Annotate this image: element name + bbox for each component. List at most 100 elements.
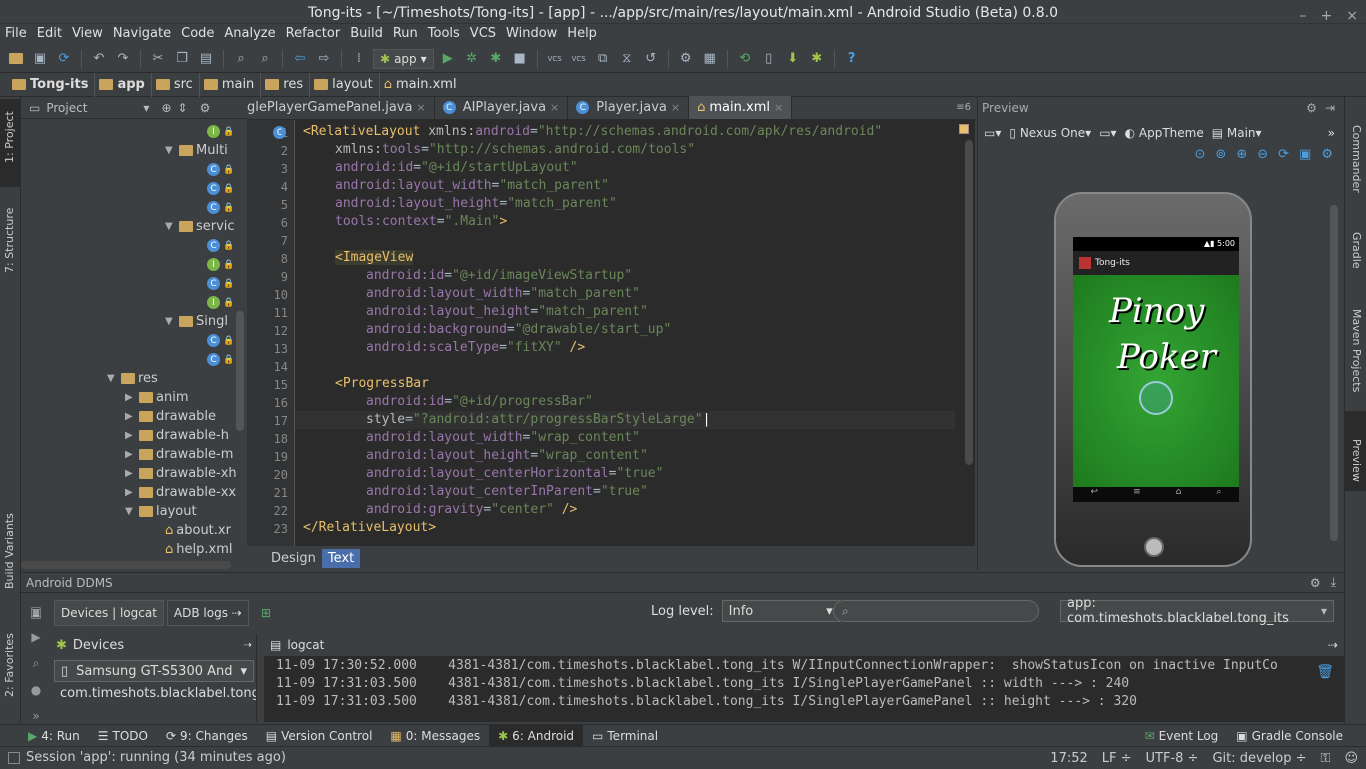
vcs-commit-icon[interactable]: VCS	[569, 49, 589, 69]
close-icon[interactable]: ×	[774, 101, 783, 114]
paste-icon[interactable]: ▤	[196, 49, 216, 69]
back-icon[interactable]: ⇦	[290, 49, 310, 69]
project-structure-icon[interactable]: ▦	[700, 49, 720, 69]
line-separator-select[interactable]: LF ÷	[1102, 751, 1132, 766]
theme-select[interactable]: ◐ AppTheme	[1125, 126, 1204, 140]
breadcrumb-item-main[interactable]: main	[200, 72, 262, 97]
tree-item[interactable]: C 🔒	[21, 198, 247, 217]
menu-window[interactable]: Window	[501, 24, 562, 45]
tree-item[interactable]: ▶ drawable-m	[21, 445, 247, 464]
tree-item[interactable]: ▶ anim	[21, 388, 247, 407]
collapse-all-icon[interactable]: ⇕	[178, 101, 188, 115]
pin-icon[interactable]: ⇢	[244, 640, 252, 651]
screen-capture-icon[interactable]: ▣	[30, 604, 41, 618]
history-icon[interactable]: ⧖	[617, 49, 637, 69]
tree-item[interactable]: ⌂ help.xml	[21, 540, 247, 559]
preview-scrollbar[interactable]	[1330, 205, 1338, 541]
encoding-select[interactable]: UTF-8 ÷	[1146, 751, 1199, 766]
breadcrumb-item-project[interactable]: Tong-its	[8, 72, 96, 97]
tree-horizontal-scrollbar[interactable]	[21, 561, 231, 569]
class-icon[interactable]: C	[273, 126, 286, 139]
menu-build[interactable]: Build	[345, 24, 388, 45]
tree-item[interactable]: C 🔒	[21, 331, 247, 350]
menu-tools[interactable]: Tools	[423, 24, 465, 45]
tab-overflow-button[interactable]: ≡ 6	[956, 96, 975, 119]
menu-view[interactable]: View	[67, 24, 108, 45]
tool-run[interactable]: ▶ 4: Run	[0, 725, 89, 747]
hide-panel-icon[interactable]: ⇥	[1325, 101, 1335, 115]
tree-scrollbar[interactable]	[236, 311, 244, 431]
find-icon[interactable]: ⌕	[231, 49, 251, 69]
inspector-icon[interactable]: ☺	[1344, 751, 1358, 766]
tab-adb-logs[interactable]: ADB logs ⇢	[166, 600, 249, 626]
scroll-from-source-icon[interactable]: ⊕	[161, 101, 171, 115]
gear-icon[interactable]: ⚙	[200, 101, 211, 115]
gradle-sync-icon[interactable]: ⟲	[735, 49, 755, 69]
attach-debugger-icon[interactable]: ✱	[486, 49, 506, 69]
record-icon[interactable]: ▶	[31, 630, 40, 644]
zoom-out-icon[interactable]: ⊖	[1257, 147, 1268, 169]
dump-view-icon[interactable]: ⌕	[33, 656, 40, 671]
pin-icon[interactable]: ⇢	[1328, 638, 1338, 652]
gear-icon[interactable]: ⚙	[1321, 147, 1333, 169]
tool-terminal[interactable]: ▭ Terminal	[583, 725, 667, 747]
undo-icon[interactable]: ↶	[89, 49, 109, 69]
breadcrumb-item-layout[interactable]: layout	[310, 72, 380, 97]
menu-vcs[interactable]: VCS	[465, 24, 501, 45]
tree-item[interactable]: C 🔒	[21, 179, 247, 198]
zoom-fit-icon[interactable]: ⊙	[1195, 147, 1206, 169]
tool-build-variants-toggle[interactable]: Build Variants	[3, 513, 16, 589]
android-monitor-icon[interactable]: ✱	[807, 49, 827, 69]
chevron-down-icon[interactable]: ▾	[143, 101, 149, 115]
tool-event-log[interactable]: ✉ Event Log	[1136, 725, 1228, 747]
tree-item[interactable]: ▼ Multi	[21, 141, 247, 160]
chevron-right-icon[interactable]: ▶	[125, 449, 139, 460]
vcs-update-icon[interactable]: VCS	[545, 49, 565, 69]
app-filter-select[interactable]: app: com.timeshots.blacklabel.tong_its ▾	[1060, 596, 1334, 626]
tool-maven-toggle[interactable]: Maven Projects	[1350, 309, 1363, 392]
tree-item[interactable]: I 🔒	[21, 293, 247, 312]
tool-android[interactable]: ✱ 6: Android	[489, 724, 584, 747]
tab-main-xml[interactable]: ⌂ main.xml ×	[689, 96, 793, 119]
rendering-config-icon[interactable]: ▭▾	[984, 126, 1001, 140]
hide-panel-icon[interactable]: ⤓	[1331, 575, 1336, 590]
settings-icon[interactable]: ⚙	[676, 49, 696, 69]
chevron-down-icon[interactable]: ▼	[165, 316, 179, 327]
compare-icon[interactable]: ⧉	[593, 49, 613, 69]
run-configuration-select[interactable]: ✱ app ▾	[373, 48, 434, 69]
tool-changes[interactable]: ⟳ 9: Changes	[157, 725, 257, 747]
menu-analyze[interactable]: Analyze	[219, 24, 280, 45]
tree-item[interactable]: ▶ drawable-xx	[21, 483, 247, 502]
breadcrumb-item-file[interactable]: ⌂ main.xml	[380, 73, 463, 97]
tree-item[interactable]: C 🔒	[21, 350, 247, 369]
chevron-down-icon[interactable]: ▼	[125, 506, 139, 517]
cut-icon[interactable]: ✂	[148, 49, 168, 69]
avd-manager-icon[interactable]: ▯	[759, 49, 779, 69]
tree-item[interactable]: C 🔒	[21, 274, 247, 293]
revert-icon[interactable]: ↺	[641, 49, 661, 69]
refresh-icon[interactable]: ⟳	[1278, 147, 1289, 169]
orientation-select[interactable]: ▭▾	[1099, 126, 1116, 140]
terminate-icon[interactable]: ●	[31, 683, 41, 697]
breadcrumb-item-module[interactable]: app	[95, 72, 152, 97]
lock-icon[interactable]: ⚿	[1321, 751, 1331, 766]
tool-gradle-toggle[interactable]: Gradle	[1350, 232, 1363, 269]
project-view-select[interactable]: Project	[46, 101, 87, 115]
tool-structure-toggle[interactable]: 7: Structure	[3, 208, 16, 273]
tool-messages[interactable]: ▦ 0: Messages	[381, 725, 489, 747]
chevron-right-icon[interactable]: ▶	[125, 430, 139, 441]
menu-help[interactable]: Help	[562, 24, 602, 45]
tree-item[interactable]: I 🔒	[21, 122, 247, 141]
logcat-output[interactable]: 11-09 17:30:52.000 4381-4381/com.timesho…	[264, 656, 1304, 722]
clear-log-icon[interactable]: 🗑	[1316, 664, 1334, 680]
debug-icon[interactable]: ✲	[462, 49, 482, 69]
save-icon[interactable]: ▣	[30, 49, 50, 69]
breadcrumb-item-res[interactable]: res	[261, 72, 311, 97]
device-select[interactable]: ▯ Nexus One▾	[1009, 126, 1091, 140]
menu-run[interactable]: Run	[388, 24, 423, 45]
breadcrumb-item-src[interactable]: src	[152, 72, 200, 97]
tree-item[interactable]: ▶ drawable-h	[21, 426, 247, 445]
stop-icon[interactable]: ■	[510, 49, 530, 69]
close-icon[interactable]: ×	[550, 101, 559, 114]
sdk-manager-icon[interactable]: ⬇	[783, 49, 803, 69]
